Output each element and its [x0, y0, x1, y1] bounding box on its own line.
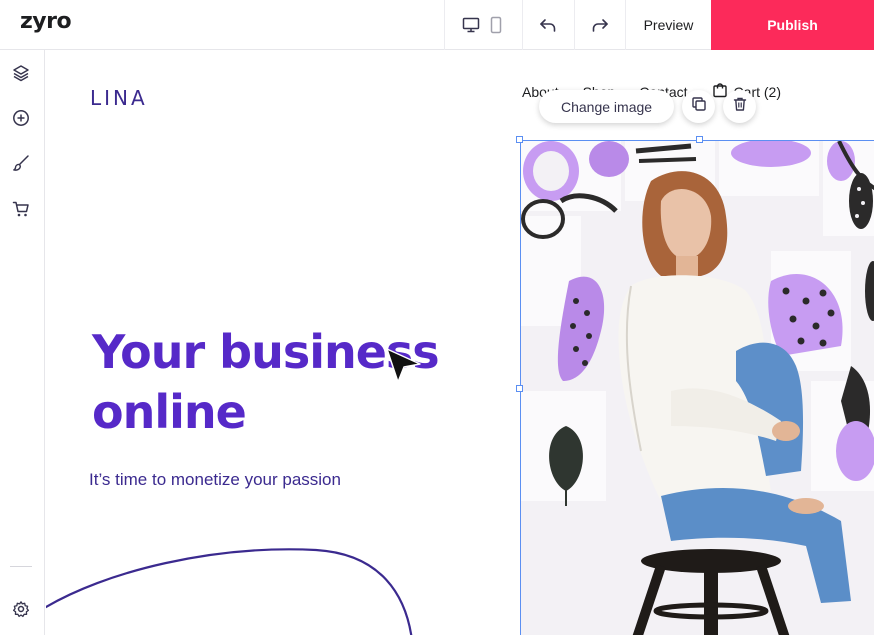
redo-button[interactable] — [576, 0, 624, 50]
add-element-icon — [12, 109, 30, 132]
toolbar-separator — [522, 0, 523, 50]
editor-canvas[interactable]: LINA About Shop Contact Cart (2) Change … — [46, 50, 874, 635]
layers-icon — [12, 64, 30, 87]
delete-button[interactable] — [723, 90, 757, 123]
settings-button[interactable] — [10, 600, 32, 622]
zyro-logo[interactable]: zyro — [20, 9, 72, 34]
redo-icon — [591, 17, 609, 33]
hero-photo-illustration — [521, 141, 874, 635]
toolbar-separator — [444, 0, 445, 50]
change-image-button[interactable]: Change image — [539, 90, 675, 123]
publish-button[interactable]: Publish — [711, 0, 874, 50]
layers-button[interactable] — [10, 64, 32, 86]
hero-title[interactable]: Your business online — [92, 322, 512, 442]
desktop-view-button[interactable] — [458, 0, 484, 50]
preview-button[interactable]: Preview — [626, 0, 711, 50]
site-logo[interactable]: LINA — [90, 86, 148, 110]
duplicate-button[interactable] — [682, 90, 716, 123]
sidebar-divider — [10, 566, 32, 567]
mouse-cursor-icon — [386, 348, 421, 383]
add-element-button[interactable] — [10, 109, 32, 131]
trash-icon — [732, 96, 748, 117]
left-sidebar — [0, 50, 45, 635]
duplicate-icon — [691, 96, 707, 117]
store-button[interactable] — [10, 200, 32, 222]
desktop-icon — [462, 17, 480, 33]
resize-handle-top-left[interactable] — [516, 136, 523, 143]
mobile-view-button[interactable] — [484, 0, 508, 50]
undo-button[interactable] — [524, 0, 572, 50]
decorative-curve — [46, 548, 413, 635]
brush-icon — [12, 154, 30, 177]
mobile-icon — [490, 16, 502, 34]
resize-handle-top-center[interactable] — [696, 136, 703, 143]
hero-image[interactable] — [520, 140, 874, 635]
image-toolbar: Change image — [539, 90, 757, 123]
undo-icon — [539, 17, 557, 33]
design-button[interactable] — [10, 154, 32, 176]
resize-handle-middle-left[interactable] — [516, 385, 523, 392]
hero-subtitle[interactable]: It’s time to monetize your passion — [89, 470, 341, 490]
settings-icon — [12, 600, 30, 623]
cart-icon — [12, 200, 30, 223]
top-bar: zyro Preview Publish — [0, 0, 874, 50]
toolbar-separator — [574, 0, 575, 50]
